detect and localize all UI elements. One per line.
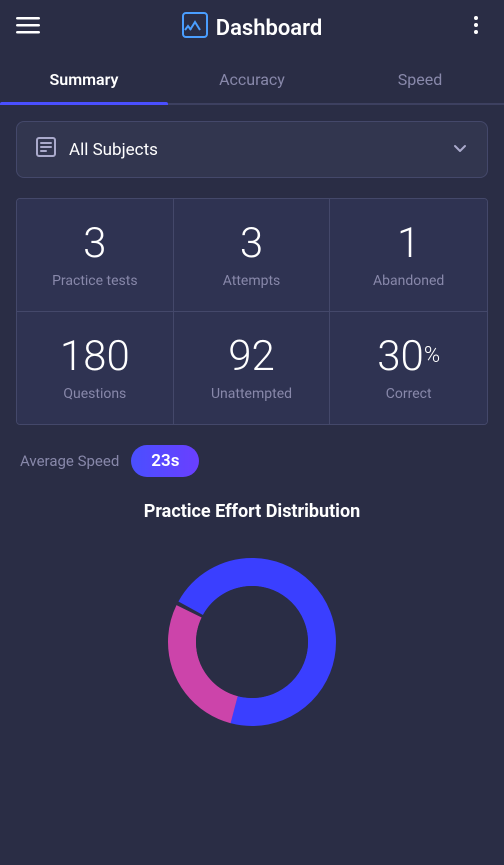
stat-questions: 180 Questions	[17, 312, 174, 424]
header-title-area: Dashboard	[182, 12, 322, 44]
unattempted-label: Unattempted	[211, 386, 292, 402]
average-speed-badge: 23s	[131, 445, 199, 477]
chevron-down-icon	[451, 139, 469, 161]
abandoned-number: 1	[397, 221, 420, 267]
chart-section: Practice Effort Distribution	[16, 501, 488, 742]
tab-accuracy[interactable]: Accuracy	[168, 56, 336, 103]
attempts-label: Attempts	[223, 273, 281, 289]
tab-speed[interactable]: Speed	[336, 56, 504, 103]
average-speed-label: Average Speed	[20, 452, 119, 470]
questions-label: Questions	[63, 386, 126, 402]
dropdown-left: All Subjects	[35, 136, 158, 163]
donut-chart-container	[16, 542, 488, 742]
stat-unattempted: 92 Unattempted	[174, 312, 331, 424]
stat-attempts: 3 Attempts	[174, 199, 331, 312]
donut-chart	[152, 542, 352, 742]
subject-icon	[35, 136, 57, 163]
practice-tests-number: 3	[83, 221, 106, 267]
stat-practice-tests: 3 Practice tests	[17, 199, 174, 312]
attempts-number: 3	[240, 221, 263, 267]
unattempted-number: 92	[228, 334, 275, 380]
average-speed-row: Average Speed 23s	[16, 445, 488, 477]
app-header: Dashboard	[0, 0, 504, 56]
stat-abandoned: 1 Abandoned	[330, 199, 487, 312]
subject-dropdown[interactable]: All Subjects	[16, 121, 488, 178]
stats-grid: 3 Practice tests 3 Attempts 1 Abandoned …	[16, 198, 488, 425]
main-content: All Subjects 3 Practice tests 3 Attempts…	[0, 105, 504, 758]
menu-icon[interactable]	[16, 13, 40, 43]
dashboard-logo-icon	[182, 12, 208, 44]
chart-title: Practice Effort Distribution	[16, 501, 488, 522]
more-options-icon[interactable]	[464, 13, 488, 43]
tab-bar: Summary Accuracy Speed	[0, 56, 504, 105]
practice-tests-label: Practice tests	[52, 273, 138, 289]
stat-correct: 30% Correct	[330, 312, 487, 424]
correct-number: 30%	[377, 334, 440, 380]
dropdown-label: All Subjects	[69, 140, 158, 160]
correct-label: Correct	[386, 386, 432, 402]
header-title: Dashboard	[216, 16, 322, 41]
tab-summary[interactable]: Summary	[0, 56, 168, 103]
abandoned-label: Abandoned	[373, 273, 444, 289]
questions-number: 180	[60, 334, 130, 380]
